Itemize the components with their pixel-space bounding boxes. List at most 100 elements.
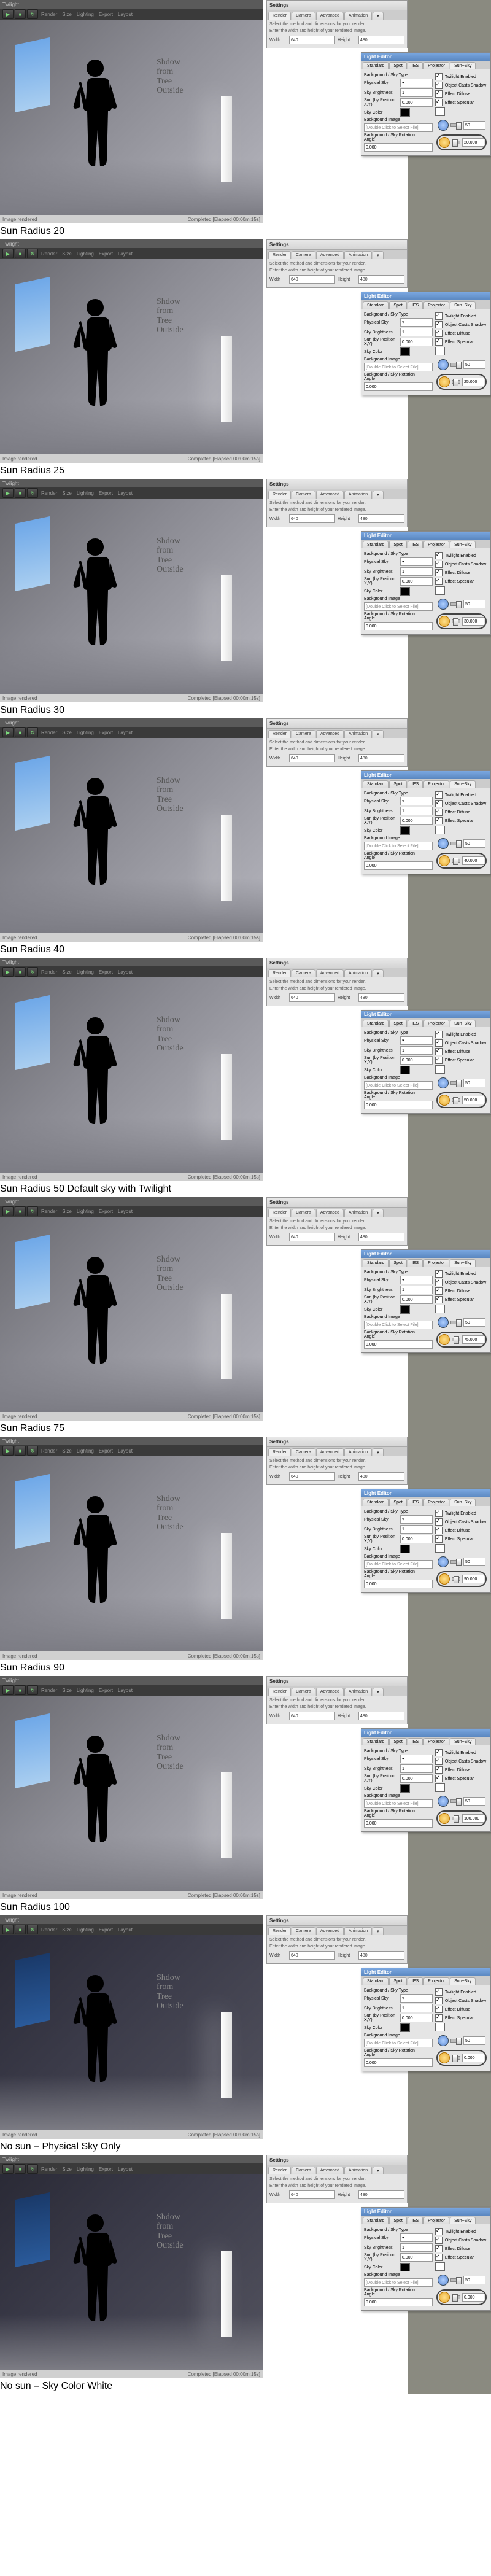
light-color-swatch[interactable] [435,586,445,595]
width-input[interactable]: 640 [289,993,335,1002]
bg-rotate-input[interactable]: 0.000 [364,1580,433,1588]
light-tab-ies[interactable]: IES [408,1499,423,1506]
tab-advanced[interactable]: Advanced [316,491,344,499]
intensity-slider[interactable]: 50 [436,2034,487,2047]
tab-advanced[interactable]: Advanced [316,730,344,738]
specular-check[interactable] [435,1296,443,1303]
tool-stop-icon[interactable]: ■ [15,1685,26,1695]
tab-render[interactable]: Render [268,1209,291,1217]
tab-animation[interactable]: Animation [344,1927,372,1935]
light-tab-spot[interactable]: Spot [389,1499,406,1506]
light-tab-projector[interactable]: Projector [423,541,449,548]
tab-render[interactable]: Render [268,2167,291,2174]
diffuse-check[interactable] [435,330,443,337]
bg-image-picker[interactable]: [Double Click to Select File] [364,123,433,132]
toolbar-label[interactable]: Size [62,1688,72,1693]
toolbar-label[interactable]: Size [62,1209,72,1214]
bg-rotate-input[interactable]: 0.000 [364,1819,433,1828]
tool-stop-icon[interactable]: ■ [15,2164,26,2174]
light-tab-projector[interactable]: Projector [423,2217,449,2224]
light-tab-projector[interactable]: Projector [423,62,449,69]
tab-animation[interactable]: Animation [344,2167,372,2174]
tool-stop-icon[interactable]: ■ [15,1206,26,1216]
specular-check[interactable] [435,1057,443,1064]
sun-xy-input[interactable]: 0.000 [400,2014,433,2022]
light-color-swatch[interactable] [435,826,445,834]
width-input[interactable]: 640 [289,1472,335,1481]
tab-camera[interactable]: Camera [292,730,315,738]
height-input[interactable]: 480 [358,275,404,284]
shadow-check[interactable] [435,1279,443,1286]
sun-radius-slider[interactable]: 40.000 [436,853,487,869]
bg-image-picker[interactable]: [Double Click to Select File] [364,1081,433,1090]
toolbar-label[interactable]: Render [41,969,57,975]
diffuse-check[interactable] [435,1766,443,1774]
tool-play-icon[interactable]: ▶ [2,727,14,737]
light-tab-ies[interactable]: IES [408,1259,423,1267]
light-tab-projector[interactable]: Projector [423,1020,449,1027]
tab-dropdown-icon[interactable]: ▾ [373,1209,384,1217]
tool-play-icon[interactable]: ▶ [2,2164,14,2174]
bg-image-picker[interactable]: [Double Click to Select File] [364,1321,433,1329]
height-input[interactable]: 480 [358,2190,404,2199]
sky-brightness-input[interactable]: 1 [400,1525,433,1534]
toolbar-label[interactable]: Layout [118,1209,133,1214]
sun-xy-input[interactable]: 0.000 [400,1774,433,1783]
twilight-check[interactable] [435,1749,443,1756]
light-color-swatch[interactable] [435,1065,445,1074]
bg-rotate-input[interactable]: 0.000 [364,1101,433,1109]
light-color-swatch[interactable] [435,107,445,116]
light-tab-standard[interactable]: Standard [363,1259,389,1267]
height-input[interactable]: 480 [358,993,404,1002]
shadow-check[interactable] [435,1518,443,1526]
specular-check[interactable] [435,578,443,585]
toolbar-label[interactable]: Layout [118,251,133,257]
light-tab-projector[interactable]: Projector [423,1259,449,1267]
tool-play-icon[interactable]: ▶ [2,1685,14,1695]
light-tab-spot[interactable]: Spot [389,301,406,309]
phys-sky-select[interactable]: ▾ [400,2233,433,2242]
twilight-check[interactable] [435,1510,443,1517]
sky-brightness-input[interactable]: 1 [400,88,433,97]
intensity-slider[interactable]: 50 [436,837,487,850]
light-tab-spot[interactable]: Spot [389,1738,406,1745]
sky-color-swatch[interactable] [400,1545,410,1553]
tool-stop-icon[interactable]: ■ [15,249,26,258]
tab-render[interactable]: Render [268,730,291,738]
toolbar-label[interactable]: Size [62,2167,72,2172]
twilight-check[interactable] [435,1031,443,1038]
height-input[interactable]: 480 [358,1951,404,1960]
height-input[interactable]: 480 [358,1712,404,1720]
sun-xy-input[interactable]: 0.000 [400,98,433,107]
tool-play-icon[interactable]: ▶ [2,1925,14,1934]
bg-image-picker[interactable]: [Double Click to Select File] [364,1799,433,1808]
specular-check[interactable] [435,338,443,346]
diffuse-check[interactable] [435,1048,443,1055]
height-input[interactable]: 480 [358,514,404,523]
light-tab-spot[interactable]: Spot [389,541,406,548]
bg-rotate-input[interactable]: 0.000 [364,861,433,870]
light-tab-ies[interactable]: IES [408,2217,423,2224]
light-tab-sun-sky[interactable]: Sun+Sky [450,62,476,69]
bg-image-picker[interactable]: [Double Click to Select File] [364,2039,433,2047]
tool-stop-icon[interactable]: ■ [15,1925,26,1934]
light-tab-sun-sky[interactable]: Sun+Sky [450,1499,476,1506]
tab-dropdown-icon[interactable]: ▾ [373,12,384,20]
toolbar-label[interactable]: Size [62,251,72,257]
tab-render[interactable]: Render [268,1688,291,1696]
bg-image-picker[interactable]: [Double Click to Select File] [364,602,433,611]
tab-camera[interactable]: Camera [292,2167,315,2174]
tab-camera[interactable]: Camera [292,251,315,259]
tab-dropdown-icon[interactable]: ▾ [373,2167,384,2174]
toolbar-label[interactable]: Render [41,730,57,735]
shadow-check[interactable] [435,321,443,328]
twilight-check[interactable] [435,312,443,320]
toolbar-label[interactable]: Size [62,1927,72,1933]
shadow-check[interactable] [435,1758,443,1765]
width-input[interactable]: 640 [289,1712,335,1720]
tool-play-icon[interactable]: ▶ [2,249,14,258]
sun-radius-slider[interactable]: 50.000 [436,1092,487,1108]
tab-animation[interactable]: Animation [344,730,372,738]
phys-sky-select[interactable]: ▾ [400,557,433,566]
toolbar-label[interactable]: Lighting [77,730,94,735]
